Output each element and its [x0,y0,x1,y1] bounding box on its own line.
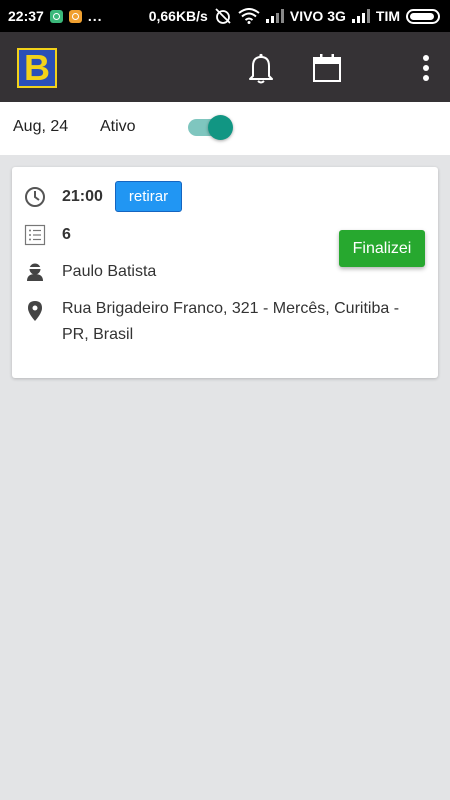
notification-shield-icon [49,9,63,23]
active-toggle[interactable] [186,114,234,140]
order-time: 21:00 [62,188,103,205]
finalizei-button[interactable]: Finalizei [339,230,425,267]
alarm-off-icon [214,7,232,25]
more-vert-icon[interactable] [418,52,434,84]
signal-icon-2 [351,9,370,23]
carrier-primary: VIVO 3G [289,8,346,24]
order-card: 21:00 retirar 6 Finalizei Paulo Batista … [12,167,438,378]
more-notifications-icon: ... [87,8,103,24]
battery-icon [406,8,440,24]
customer-name: Paulo Batista [62,263,157,280]
selected-date[interactable]: Aug, 24 [13,118,68,136]
person-icon [24,261,46,283]
wifi-icon [238,8,260,24]
status-bar: 22:37 ... 0,66KB/s VIVO 3G TIM [0,0,450,32]
clock-icon [24,186,46,208]
status-time: 22:37 [8,8,44,24]
network-speed: 0,66KB/s [148,8,208,24]
app-logo: B [17,48,57,88]
list-icon [24,224,46,246]
active-label: Ativo [100,118,136,135]
app-bar: B [0,32,450,102]
toggle-thumb [208,115,233,140]
notification-app-icon [68,9,82,23]
order-address: Rua Brigadeiro Franco, 321 - Mercês, Cur… [62,300,400,343]
order-quantity: 6 [62,226,71,243]
carrier-secondary: TIM [375,8,400,24]
signal-icon [265,9,284,23]
calendar-icon[interactable] [312,53,342,83]
location-pin-icon [24,300,46,322]
bell-icon[interactable] [246,52,276,84]
retirar-button[interactable]: retirar [115,181,182,212]
